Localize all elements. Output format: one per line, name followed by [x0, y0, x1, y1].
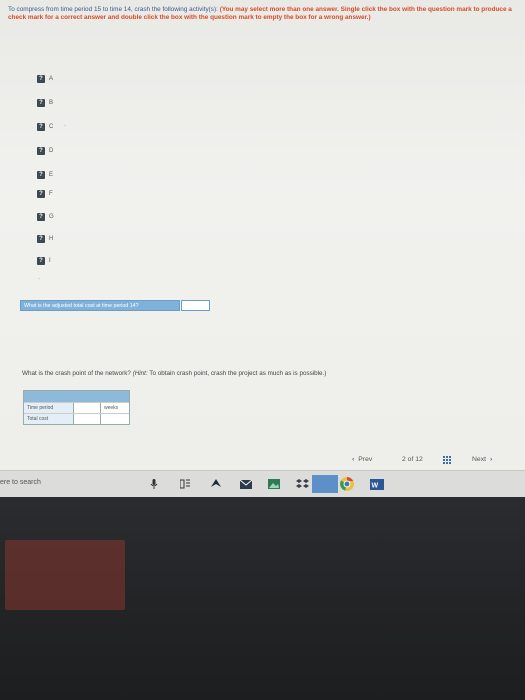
microphone-icon[interactable] [150, 477, 158, 491]
prev-label: Prev [358, 456, 373, 463]
question-mark-box[interactable]: ? [37, 213, 45, 221]
next-button[interactable]: Next › [472, 456, 492, 463]
option-label: E [49, 172, 54, 178]
option-c[interactable]: ? C [37, 122, 53, 132]
option-label: F [49, 191, 53, 197]
page-indicator: 2 of 12 [402, 456, 423, 463]
edge-icon[interactable] [210, 477, 222, 491]
cursor-mark: · [64, 123, 66, 129]
question-mark-box[interactable]: ? [37, 147, 45, 155]
row-unit [101, 414, 129, 424]
option-b[interactable]: ? B [37, 98, 53, 108]
question-mark-box[interactable]: ? [37, 257, 45, 265]
hint-text: To obtain crash point, crash the project… [149, 370, 327, 377]
option-h[interactable]: ? H [37, 234, 53, 244]
table-header [24, 391, 129, 402]
active-app-tile[interactable] [312, 475, 338, 493]
chevron-left-icon: ‹ [352, 456, 355, 463]
option-i[interactable]: ? I [37, 256, 51, 266]
photos-icon[interactable] [268, 477, 280, 491]
question-mark-box[interactable]: ? [37, 171, 45, 179]
screen-reflection [5, 540, 125, 610]
adjusted-cost-question: What is the adjusted total cost at time … [20, 300, 180, 311]
crash-point-table: Time period weeks Total cost [23, 390, 130, 425]
taskbar: ere to search W [0, 470, 525, 497]
row-label: Total cost [24, 414, 74, 424]
crash-point-question: What is the crash point of the network? … [22, 370, 326, 377]
taskbar-search[interactable]: ere to search [0, 479, 41, 486]
row-label: Time period [24, 403, 74, 413]
crash-question-text: What is the crash point of the network? [22, 370, 131, 377]
svg-text:W: W [372, 482, 379, 489]
question-mark-box[interactable]: ? [37, 235, 45, 243]
row-unit: weeks [104, 405, 119, 411]
browser-content: To compress from time period 15 to time … [0, 0, 525, 470]
stray-dot: · [38, 276, 40, 282]
question-mark-box[interactable]: ? [37, 75, 45, 83]
grid-icon[interactable] [443, 456, 453, 464]
option-label: H [49, 236, 54, 242]
chrome-icon[interactable] [340, 477, 354, 491]
option-e[interactable]: ? E [37, 170, 53, 180]
page-of: of [407, 456, 414, 463]
table-row: Time period weeks [24, 402, 129, 413]
question-mark-box[interactable]: ? [37, 99, 45, 107]
question-instructions: To compress from time period 15 to time … [8, 6, 520, 23]
option-label: I [49, 258, 51, 264]
option-g[interactable]: ? G [37, 212, 54, 222]
question-navigation: ‹ Prev 2 of 12 Next › [0, 456, 525, 470]
hint-label: (Hint: [132, 370, 148, 377]
option-label: D [49, 148, 54, 154]
option-a[interactable]: ? A [37, 74, 53, 84]
option-label: A [49, 76, 54, 82]
mail-icon[interactable] [240, 477, 252, 491]
table-row: Total cost [24, 413, 129, 424]
chevron-right-icon: › [489, 456, 493, 463]
option-f[interactable]: ? F [37, 189, 53, 199]
adjusted-cost-input[interactable] [181, 300, 210, 311]
task-view-icon[interactable] [180, 477, 190, 491]
total-pages: 12 [415, 456, 423, 463]
question-mark-box[interactable]: ? [37, 190, 45, 198]
word-icon[interactable]: W [370, 477, 384, 491]
option-label: B [49, 100, 54, 106]
option-d[interactable]: ? D [37, 146, 53, 156]
next-label: Next [472, 456, 486, 463]
time-period-input[interactable] [74, 403, 101, 413]
option-label: G [49, 214, 54, 220]
instructions-text: To compress from time period 15 to time … [8, 6, 218, 13]
option-label: C [49, 124, 54, 130]
total-cost-input[interactable] [74, 414, 101, 424]
current-page: 2 [402, 456, 406, 463]
dropbox-icon[interactable] [296, 477, 309, 491]
prev-button[interactable]: ‹ Prev [352, 456, 372, 463]
question-mark-box[interactable]: ? [37, 123, 45, 131]
